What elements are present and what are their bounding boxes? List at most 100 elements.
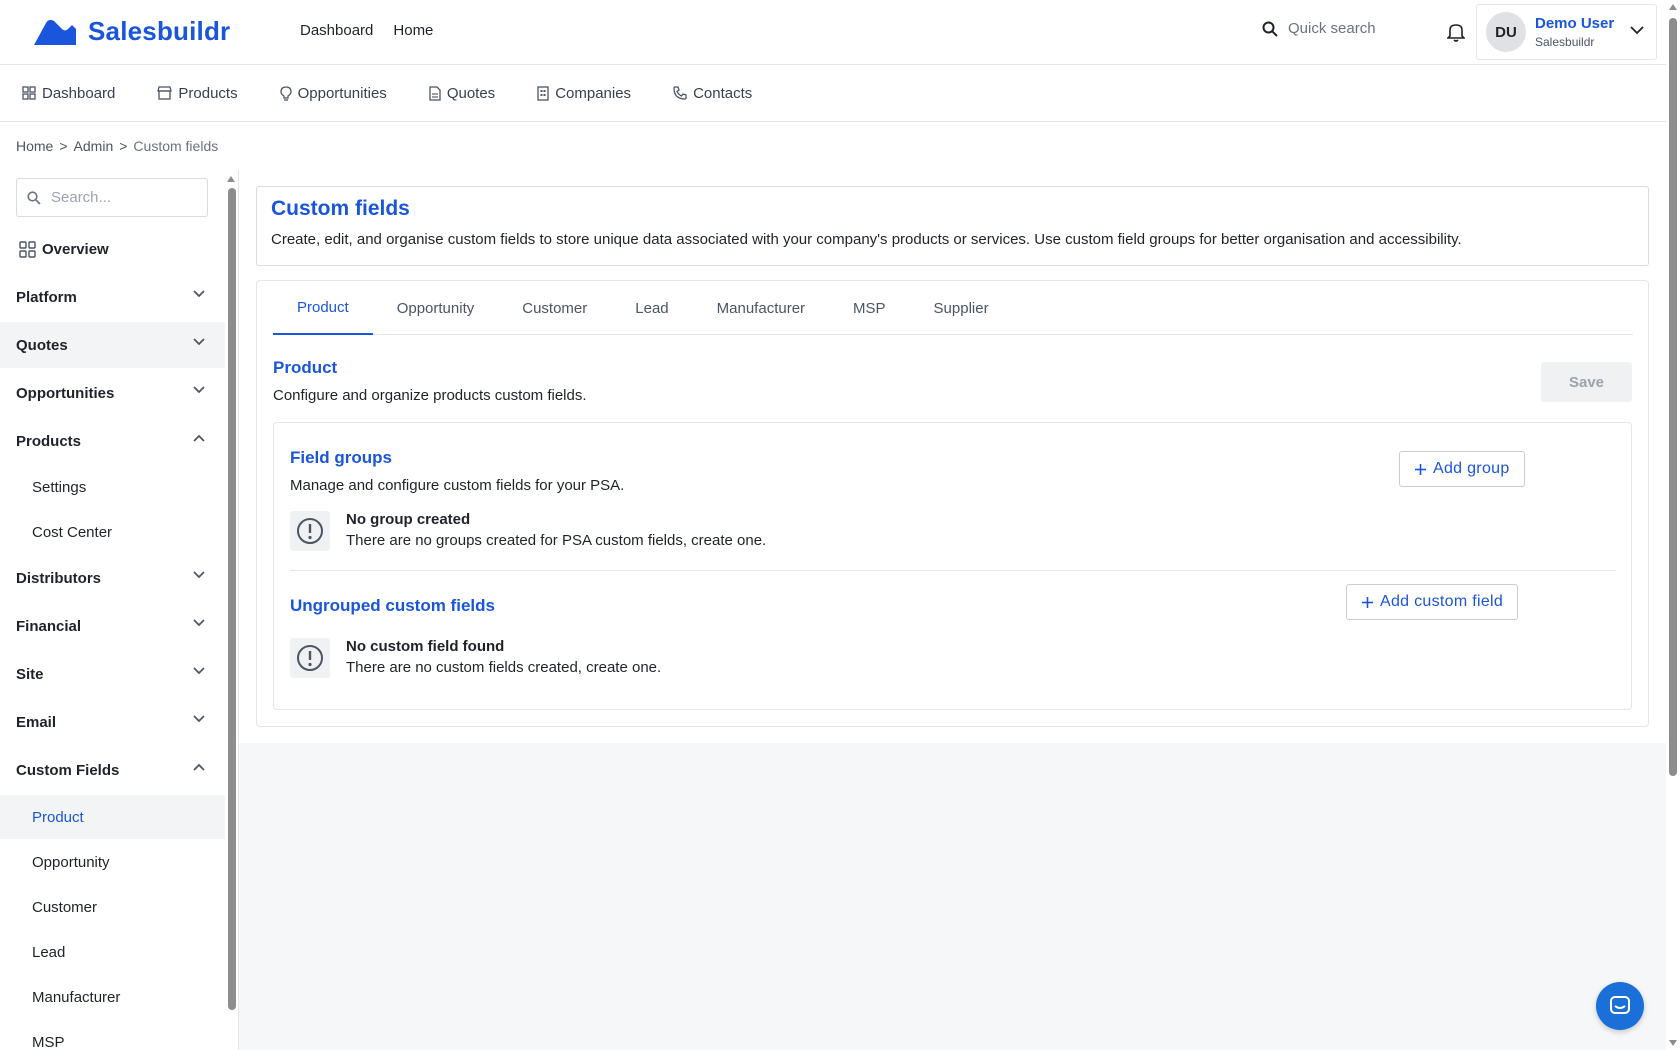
field-groups-description: Manage and configure custom fields for y… — [290, 477, 625, 494]
brand-logo[interactable]: Salesbuildr — [32, 16, 230, 47]
breadcrumb-separator: > — [119, 138, 128, 154]
sidebar-subitem-settings[interactable]: Settings — [0, 465, 225, 509]
sidebar-item-label: Platform — [16, 288, 77, 306]
breadcrumb-separator: > — [59, 138, 68, 154]
sidebar-item-label: Quotes — [16, 336, 68, 354]
sidebar-subitem-product[interactable]: Product — [0, 795, 225, 839]
module-nav: Dashboard Products Opportunities Quotes … — [0, 65, 1666, 122]
sidebar-subitem-label: Cost Center — [32, 523, 113, 541]
page-description: Create, edit, and organise custom fields… — [271, 231, 1462, 248]
sidebar-item-custom-fields[interactable]: Custom Fields — [0, 747, 225, 793]
ungrouped-empty-state: No custom field found There are no custo… — [290, 638, 661, 678]
top-nav-dashboard[interactable]: Dashboard — [300, 22, 373, 39]
sidebar-item-products[interactable]: Products — [0, 418, 225, 464]
chevron-down-icon — [193, 667, 205, 675]
sidebar-subitem-label: MSP — [32, 1033, 65, 1050]
sidebar-item-site[interactable]: Site — [0, 651, 225, 697]
tab-product[interactable]: Product — [273, 281, 373, 335]
sidebar-item-distributors[interactable]: Distributors — [0, 555, 225, 601]
sidebar-subitem-label: Lead — [32, 943, 66, 961]
breadcrumb-admin[interactable]: Admin — [74, 138, 114, 154]
chevron-down-icon — [193, 386, 205, 394]
empty-state-title: No custom field found — [346, 638, 505, 655]
sidebar-item-email[interactable]: Email — [0, 699, 225, 745]
module-nav-dashboard[interactable]: Dashboard — [22, 85, 115, 102]
page-scrollbar-thumb[interactable] — [1669, 18, 1677, 776]
sidebar-item-opportunities[interactable]: Opportunities — [0, 370, 225, 416]
module-nav-quotes[interactable]: Quotes — [429, 85, 495, 102]
add-custom-field-button[interactable]: Add custom field — [1346, 584, 1519, 620]
sidebar-item-label: Financial — [16, 617, 82, 635]
module-nav-label: Contacts — [693, 84, 753, 102]
save-button[interactable]: Save — [1541, 362, 1632, 402]
field-groups-title: Field groups — [290, 448, 392, 467]
admin-sidebar: Search... Overview Platform Quotes Oppor… — [0, 170, 226, 1050]
alert-circle-icon — [290, 511, 330, 551]
sidebar-subitem-label: Manufacturer — [32, 988, 121, 1006]
sidebar-subitem-manufacturer[interactable]: Manufacturer — [0, 975, 225, 1019]
scroll-up-arrow-icon[interactable] — [1669, 4, 1677, 10]
sidebar-search-placeholder: Search... — [51, 189, 112, 206]
empty-state-title: No group created — [346, 511, 471, 528]
sidebar-item-quotes[interactable]: Quotes — [0, 322, 225, 368]
quick-search[interactable]: Quick search — [1262, 20, 1376, 37]
grid-icon — [19, 240, 36, 258]
sidebar-subitem-opportunity[interactable]: Opportunity — [0, 840, 225, 884]
sidebar-subitem-msp[interactable]: MSP — [0, 1020, 225, 1050]
add-custom-field-label: Add custom field — [1380, 593, 1504, 610]
search-icon — [1262, 21, 1278, 37]
field-groups-empty-state: No group created There are no groups cre… — [290, 511, 766, 551]
chevron-down-icon — [193, 571, 205, 579]
user-menu[interactable]: DU Demo User Salesbuildr — [1476, 4, 1657, 60]
sidebar-item-label: Opportunities — [16, 384, 115, 402]
sidebar-item-label: Site — [16, 665, 44, 683]
top-nav-home[interactable]: Home — [393, 22, 433, 39]
module-nav-products[interactable]: Products — [157, 85, 238, 102]
breadcrumb-home[interactable]: Home — [16, 138, 53, 154]
custom-fields-card: Product Opportunity Customer Lead Manufa… — [256, 280, 1649, 727]
page-title: Custom fields — [271, 197, 410, 220]
tab-opportunity[interactable]: Opportunity — [373, 281, 499, 335]
sidebar-item-financial[interactable]: Financial — [0, 603, 225, 649]
tab-manufacturer[interactable]: Manufacturer — [693, 281, 829, 335]
scroll-down-arrow-icon[interactable] — [1669, 1040, 1677, 1046]
chevron-down-icon — [1630, 26, 1644, 35]
module-nav-opportunities[interactable]: Opportunities — [279, 84, 387, 102]
sidebar-subitem-customer[interactable]: Customer — [0, 885, 225, 929]
phone-icon — [673, 86, 687, 100]
bell-icon[interactable] — [1447, 22, 1465, 42]
section-description: Configure and organize products custom f… — [273, 387, 587, 404]
module-nav-label: Dashboard — [42, 84, 116, 102]
sidebar-item-overview[interactable]: Overview — [0, 226, 225, 272]
sidebar-search-input[interactable]: Search... — [16, 178, 208, 217]
module-nav-label: Opportunities — [297, 84, 387, 102]
sidebar-item-platform[interactable]: Platform — [0, 274, 225, 320]
tab-supplier[interactable]: Supplier — [910, 281, 1013, 335]
add-group-button[interactable]: Add group — [1399, 451, 1525, 487]
entity-tabs: Product Opportunity Customer Lead Manufa… — [273, 281, 1633, 335]
chat-icon — [1610, 996, 1630, 1014]
alert-circle-icon — [290, 638, 330, 678]
sidebar-subitem-cost-center[interactable]: Cost Center — [0, 510, 225, 554]
module-nav-contacts[interactable]: Contacts — [673, 85, 752, 102]
sidebar-subitem-label: Settings — [32, 478, 87, 496]
sidebar-subitem-lead[interactable]: Lead — [0, 930, 225, 974]
module-nav-companies[interactable]: Companies — [537, 85, 631, 102]
sidebar-item-label: Distributors — [16, 569, 102, 587]
scroll-up-arrow-icon[interactable] — [227, 176, 235, 182]
chevron-up-icon — [193, 763, 205, 771]
sidebar-scrollbar-thumb[interactable] — [228, 188, 236, 1010]
top-nav: Dashboard Home — [300, 22, 433, 39]
tab-msp[interactable]: MSP — [829, 281, 910, 335]
ungrouped-title: Ungrouped custom fields — [290, 596, 495, 615]
quick-search-placeholder: Quick search — [1288, 20, 1376, 37]
chevron-down-icon — [193, 290, 205, 298]
building-icon — [537, 85, 549, 101]
chevron-down-icon — [193, 338, 205, 346]
tab-lead[interactable]: Lead — [611, 281, 692, 335]
sidebar-item-label: Overview — [42, 240, 109, 258]
avatar: DU — [1486, 12, 1526, 52]
lightbulb-icon — [279, 85, 292, 101]
chat-launcher-button[interactable] — [1596, 982, 1644, 1030]
tab-customer[interactable]: Customer — [498, 281, 611, 335]
